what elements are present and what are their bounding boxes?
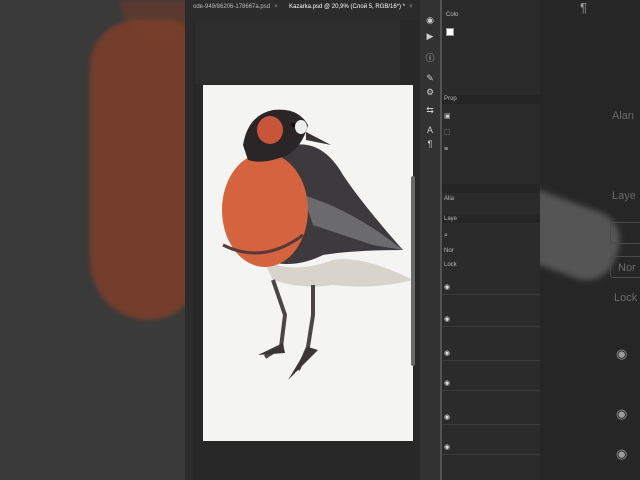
canvas-pasteboard: [195, 20, 400, 84]
bird-face-patch: [295, 120, 307, 134]
image-icon: ▣: [444, 113, 451, 120]
blurred-background-right: ¶ Alan Laye Nor Lock ◉ ◉ ◉: [540, 0, 640, 480]
blurred-eye-icon: ◉: [616, 406, 628, 421]
brush-icon[interactable]: ✎: [424, 72, 436, 84]
tab-kazarka[interactable]: Kazarka.psd @ 20,9% (Слой 5, RGB/16*) * ×: [289, 4, 413, 10]
search-icon[interactable]: ⌕: [444, 232, 448, 240]
blurred-layers-label: Laye: [612, 190, 636, 202]
close-icon[interactable]: ×: [274, 4, 278, 10]
eye-icon[interactable]: ◉: [444, 379, 450, 387]
close-icon[interactable]: ×: [409, 4, 413, 10]
blurred-background-left: [0, 0, 195, 480]
blend-mode-select[interactable]: Nor: [444, 248, 454, 254]
document-canvas[interactable]: [203, 85, 413, 441]
blurred-eye-icon: ◉: [616, 346, 628, 361]
settings-icon[interactable]: ⚙: [424, 86, 436, 98]
eye-icon[interactable]: ◉: [444, 443, 450, 451]
bird-cheek: [257, 116, 283, 144]
properties-panel-label[interactable]: Prop: [444, 96, 457, 102]
photoshop-window: ode-949/86206-178667a.psd × Kazarka.psd @…: [185, 0, 540, 480]
eye-icon[interactable]: ◉: [444, 283, 450, 291]
align-label: Alia: [444, 196, 455, 202]
lock-label: Lock: [444, 262, 457, 268]
info-icon[interactable]: ⓘ: [424, 52, 436, 64]
transform-icon: ⬚: [444, 129, 451, 136]
align-icon: ≡: [444, 146, 449, 153]
layer-row[interactable]: ◉: [442, 410, 540, 425]
blurred-align-label: Alan: [612, 110, 635, 122]
bird-illustration: [222, 109, 413, 380]
paragraph-icon[interactable]: ¶: [424, 138, 436, 150]
play-icon[interactable]: ▶: [424, 30, 436, 42]
panel-tool-strip: ◉ ▶ ⓘ ✎ ⚙ ⇆ A ¶: [420, 0, 440, 480]
blurred-search-box: [610, 222, 640, 244]
layer-row[interactable]: ◉: [442, 312, 540, 327]
color-panel-label[interactable]: Colo: [446, 12, 458, 18]
vertical-scrollbar[interactable]: [411, 176, 415, 366]
layer-row[interactable]: ◉: [442, 376, 540, 391]
bird-eye: [291, 123, 295, 127]
type-icon[interactable]: A: [424, 124, 436, 136]
eye-icon[interactable]: ◉: [444, 413, 450, 421]
bird-beak: [306, 132, 331, 145]
layer-row[interactable]: ◉: [442, 346, 540, 361]
tab-other-document[interactable]: ode-949/86206-178667a.psd ×: [193, 4, 278, 10]
foreground-swatch[interactable]: [446, 28, 454, 36]
blurred-normal-label: Nor: [618, 262, 636, 274]
eye-icon[interactable]: ◉: [424, 14, 436, 26]
layer-row[interactable]: ◉: [442, 280, 540, 295]
right-panels: Colo Prop ▣ ⬚ ≡ Alia Laye ⌕ Nor Lock ◉ ◉…: [442, 0, 540, 480]
layers-panel-label[interactable]: Laye: [444, 216, 457, 222]
adjust-icon[interactable]: ⇆: [424, 104, 436, 116]
blurred-bird-body: [90, 20, 195, 320]
blurred-lock-label: Lock: [614, 292, 638, 304]
eye-icon[interactable]: ◉: [444, 315, 450, 323]
bird-foot: [258, 343, 285, 355]
document-tab-bar: ode-949/86206-178667a.psd × Kazarka.psd @…: [193, 0, 420, 20]
blurred-paragraph-icon: ¶: [580, 0, 587, 15]
bird-foot: [288, 347, 318, 380]
blurred-eye-icon: ◉: [616, 446, 628, 461]
eye-icon[interactable]: ◉: [444, 349, 450, 357]
layer-row[interactable]: ◉: [442, 440, 540, 455]
